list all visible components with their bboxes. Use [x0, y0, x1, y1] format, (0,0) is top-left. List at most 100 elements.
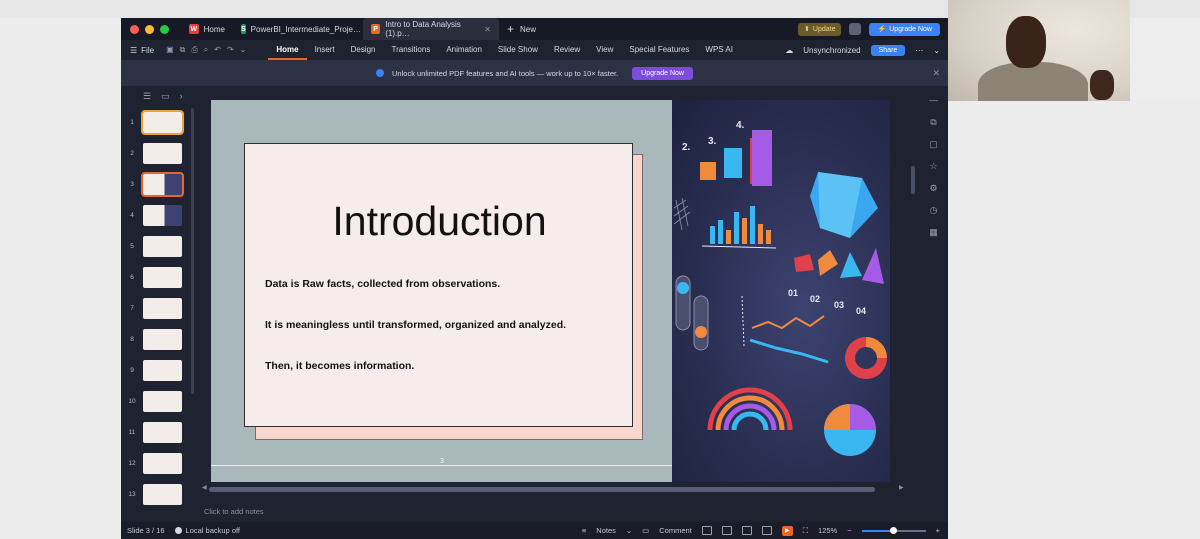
- minimize-window-button[interactable]: [145, 24, 154, 34]
- fit-to-window-icon[interactable]: ⛶: [803, 526, 808, 536]
- slide-thumbnail[interactable]: 7: [121, 297, 191, 319]
- zoom-slider-knob[interactable]: [889, 526, 897, 534]
- zoom-slider-fill: [861, 529, 892, 532]
- tab-intro-data-analysis[interactable]: P Intro to Data Analysis (1).p… ✕: [363, 18, 499, 40]
- slide-line-1[interactable]: Data is Raw facts, collected from observ…: [265, 278, 500, 290]
- tab-home[interactable]: W Home: [181, 18, 233, 40]
- mini-bar: [710, 226, 715, 244]
- close-icon[interactable]: ✕: [932, 68, 940, 79]
- menu-review[interactable]: Review: [546, 40, 588, 60]
- slide-thumbnail[interactable]: 13: [121, 483, 191, 505]
- lightning-icon: ⚡: [877, 26, 887, 33]
- chevron-down-icon[interactable]: ⌄: [626, 526, 632, 535]
- zoom-slider[interactable]: [861, 526, 926, 534]
- slide-line-2[interactable]: It is meaningless until transformed, org…: [265, 319, 566, 331]
- thumbnail-view-icon[interactable]: ▭: [161, 91, 170, 102]
- chevron-down-icon[interactable]: ⌄: [933, 46, 940, 55]
- print-preview-icon[interactable]: ⌕: [204, 45, 208, 55]
- slide-line-3[interactable]: Then, it becomes information.: [265, 360, 414, 372]
- zoom-window-button[interactable]: [160, 24, 169, 34]
- export-icon[interactable]: ⧉: [180, 45, 186, 55]
- scroll-right-icon[interactable]: ▶: [899, 484, 904, 491]
- minus-icon[interactable]: —: [928, 94, 940, 106]
- account-avatar[interactable]: [849, 23, 862, 35]
- menu-design[interactable]: Design: [343, 40, 384, 60]
- banner-upgrade-button[interactable]: Upgrade Now: [632, 66, 693, 80]
- save-icon[interactable]: ▣: [166, 45, 174, 55]
- comment-icon[interactable]: ▢: [928, 138, 940, 150]
- slide-thumbnail[interactable]: 1: [121, 109, 191, 135]
- orange-line: [751, 315, 825, 330]
- print-icon[interactable]: ⎙: [191, 45, 197, 55]
- menu-insert[interactable]: Insert: [307, 40, 343, 60]
- presenter-view-icon[interactable]: [761, 526, 772, 535]
- notes-placeholder[interactable]: Click to add notes: [199, 504, 919, 520]
- slide-sorter-icon[interactable]: [721, 526, 732, 535]
- slide-thumbnail[interactable]: 2: [121, 142, 191, 164]
- reading-view-icon[interactable]: [741, 526, 752, 535]
- backup-status[interactable]: Local backup off: [174, 526, 240, 535]
- undo-icon[interactable]: ↶: [214, 45, 221, 55]
- scroll-left-icon[interactable]: ◀: [202, 484, 207, 491]
- notes-toggle[interactable]: Notes: [596, 526, 616, 535]
- mini-axis: [701, 245, 777, 249]
- menu-view[interactable]: View: [588, 40, 621, 60]
- menu-animation[interactable]: Animation: [438, 40, 490, 60]
- slide-thumbnail[interactable]: 5: [121, 235, 191, 257]
- presentation-icon: P: [371, 24, 381, 34]
- chevron-down-icon[interactable]: ⌄: [240, 45, 247, 55]
- sync-status[interactable]: Unsynchronized: [803, 46, 860, 55]
- slide-thumbnail-preview: [143, 452, 182, 474]
- tab-powerbi-spreadsheet[interactable]: S PowerBI_Intermediate_Proje… •: [233, 18, 369, 40]
- current-slide[interactable]: Introduction Data is Raw facts, collecte…: [211, 100, 890, 482]
- chevron-right-icon[interactable]: ›: [180, 91, 183, 101]
- history-icon[interactable]: ◷: [928, 204, 940, 216]
- data-illustration-svg: 2. 3. 4. 01 02 03 04: [673, 120, 887, 456]
- new-tab-button[interactable]: + New: [507, 22, 536, 36]
- menu-home[interactable]: Home: [268, 40, 307, 60]
- slide-thumbnail[interactable]: 9: [121, 359, 191, 381]
- zoom-level[interactable]: 125%: [818, 526, 837, 535]
- redo-icon[interactable]: ↷: [227, 45, 234, 55]
- slide-title[interactable]: Introduction: [245, 198, 634, 245]
- outline-view-icon[interactable]: ☰: [143, 91, 151, 102]
- normal-view-icon[interactable]: [701, 526, 712, 535]
- canvas-vertical-scrollbar[interactable]: [911, 166, 915, 194]
- zoom-in-icon[interactable]: +: [936, 526, 940, 535]
- tab-close-icon[interactable]: ✕: [484, 25, 491, 34]
- zoom-out-icon[interactable]: −: [847, 526, 851, 535]
- slide-thumbnail[interactable]: 10: [121, 390, 191, 412]
- close-window-button[interactable]: [130, 24, 139, 34]
- grid-icon[interactable]: ▦: [928, 226, 940, 238]
- slide-thumbnail-preview: [143, 328, 182, 350]
- slide-thumbnail-number: 13: [128, 490, 136, 498]
- horizontal-scroll-thumb[interactable]: [209, 487, 875, 492]
- slide-thumbnail[interactable]: 8: [121, 328, 191, 350]
- more-options-icon[interactable]: ⋯: [915, 46, 923, 55]
- file-menu[interactable]: ☰ File: [130, 46, 154, 55]
- thumbnail-scrollbar[interactable]: [191, 108, 194, 394]
- comment-toggle[interactable]: Comment: [659, 526, 692, 535]
- status-bar-controls: ≡ Notes ⌄ ▭ Comment ▶ ⛶ 125% − +: [582, 525, 940, 536]
- quick-access-toolbar: ▣ ⧉ ⎙ ⌕ ↶ ↷ ⌄: [166, 45, 246, 55]
- slide-thumbnail[interactable]: 11: [121, 421, 191, 443]
- menu-wps-ai[interactable]: WPS AI: [697, 40, 741, 60]
- upgrade-now-button[interactable]: ⚡ Upgrade Now: [869, 22, 940, 36]
- play-slideshow-icon[interactable]: ▶: [781, 525, 793, 536]
- share-button[interactable]: Share: [870, 44, 906, 56]
- slide-thumbnail[interactable]: 12: [121, 452, 191, 474]
- star-icon[interactable]: ☆: [928, 160, 940, 172]
- menu-transitions[interactable]: Transitions: [384, 40, 439, 60]
- wps-logo-icon: W: [189, 24, 199, 34]
- canvas-horizontal-scrollbar[interactable]: [209, 487, 875, 492]
- layers-icon[interactable]: ⧉: [928, 116, 940, 128]
- menu-special-features[interactable]: Special Features: [621, 40, 697, 60]
- slide-thumbnail[interactable]: 3: [121, 171, 191, 197]
- adjust-icon[interactable]: ⚙: [928, 182, 940, 194]
- menu-slide-show[interactable]: Slide Show: [490, 40, 546, 60]
- update-button[interactable]: ⬆ Update: [798, 22, 842, 36]
- mini-bar: [742, 218, 747, 244]
- step-label-3: 3.: [708, 136, 717, 147]
- slide-thumbnail[interactable]: 4: [121, 204, 191, 226]
- slide-thumbnail[interactable]: 6: [121, 266, 191, 288]
